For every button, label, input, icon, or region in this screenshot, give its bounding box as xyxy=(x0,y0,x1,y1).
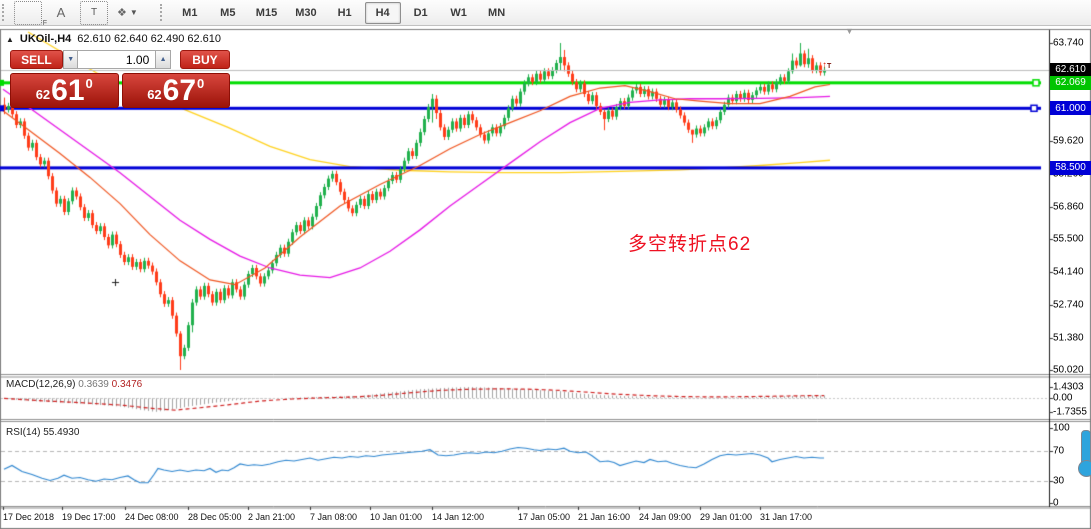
buy-price-prefix: 62 xyxy=(147,87,161,102)
rsi-label: RSI(14) 55.4930 xyxy=(6,427,79,438)
fibonacci-glyph: F xyxy=(43,20,47,27)
timeframe-M15[interactable]: M15 xyxy=(248,2,285,24)
timeframe-M5[interactable]: M5 xyxy=(210,2,246,24)
timeframe-H4[interactable]: H4 xyxy=(365,2,401,24)
macd-tick: 0.00 xyxy=(1053,393,1072,404)
text-tool-icon[interactable]: A xyxy=(44,2,78,24)
symbol-title: UKOil-,H4 xyxy=(20,33,71,45)
price-tick: 59.620 xyxy=(1053,136,1084,147)
macd-main-value: 0.3639 xyxy=(78,379,109,390)
blue-line2-price-label: 58.500 xyxy=(1050,161,1091,175)
price-tick: 54.140 xyxy=(1053,266,1084,277)
timeframe-buttons: M1M5M15M30H1H4D1W1MN xyxy=(171,2,516,24)
volume-decrease-button[interactable]: ▼ xyxy=(63,50,79,69)
chart-shift-icon[interactable]: ▼ xyxy=(845,26,854,36)
timeframe-M30[interactable]: M30 xyxy=(287,2,324,24)
fibonacci-tool-icon[interactable]: F​ xyxy=(14,1,42,25)
sell-price-box[interactable]: 62 61 0 xyxy=(10,73,119,108)
arrows-tool-icon[interactable]: ❖ ▼ xyxy=(110,2,145,24)
ohlc-values: 62.610 62.640 62.490 62.610 xyxy=(77,33,221,45)
rsi-tick: 100 xyxy=(1053,423,1070,434)
date-tick-label: 7 Jan 08:00 xyxy=(310,512,357,522)
date-tick-label: 31 Jan 17:00 xyxy=(760,512,812,522)
price-tick: 52.740 xyxy=(1053,300,1084,311)
date-tick-label: 21 Jan 16:00 xyxy=(578,512,630,522)
trade-arrow-icon: ↑T xyxy=(822,60,831,71)
macd-signal-value: 0.3476 xyxy=(112,379,143,390)
rsi-tick: 70 xyxy=(1053,445,1064,456)
collapse-triangle-icon[interactable]: ▲ xyxy=(6,35,14,44)
date-tick-label: 19 Dec 17:00 xyxy=(62,512,116,522)
timeframe-MN[interactable]: MN xyxy=(479,2,515,24)
timeframe-H1[interactable]: H1 xyxy=(327,2,363,24)
current-price-label: 62.610 xyxy=(1050,63,1091,77)
sell-price-big: 61 xyxy=(51,77,84,105)
macd-label: MACD(12,26,9) 0.3639 0.3476 xyxy=(6,379,142,390)
green-line-price-label: 62.069 xyxy=(1050,76,1091,90)
buy-price-box[interactable]: 62 67 0 xyxy=(122,73,231,108)
date-tick-label: 17 Jan 05:00 xyxy=(518,512,570,522)
sell-price-sup: 0 xyxy=(86,76,93,91)
one-click-trading-panel: SELL ▼ 1.00 ▲ BUY 62 61 0 62 67 0 xyxy=(10,50,230,108)
volume-input[interactable]: 1.00 xyxy=(78,50,155,69)
timeframe-M1[interactable]: M1 xyxy=(172,2,208,24)
rsi-tick: 30 xyxy=(1053,475,1064,486)
sell-button[interactable]: SELL xyxy=(10,50,63,69)
date-tick-label: 14 Jan 12:00 xyxy=(432,512,484,522)
buy-price-big: 67 xyxy=(163,77,196,105)
buy-price-sup: 0 xyxy=(197,76,204,91)
mt4-chart-window: F​ A T ❖ ▼ M1M5M15M30H1H4D1W1MN ▲ UKOil-… xyxy=(0,0,1091,529)
date-tick-label: 17 Dec 2018 xyxy=(3,512,54,522)
date-tick-label: 24 Jan 09:00 xyxy=(639,512,691,522)
date-tick-label: 24 Dec 08:00 xyxy=(125,512,179,522)
timeframe-D1[interactable]: D1 xyxy=(403,2,439,24)
chart-annotation-text: 多空转折点62 xyxy=(628,229,751,256)
price-tick: 55.500 xyxy=(1053,234,1084,245)
date-tick-label: 28 Dec 05:00 xyxy=(188,512,242,522)
price-tick: 56.860 xyxy=(1053,201,1084,212)
macd-tick: 1.4303 xyxy=(1053,382,1084,393)
text-label-tool-icon[interactable]: T xyxy=(80,1,108,25)
rsi-value: 55.4930 xyxy=(43,427,79,438)
scroll-slider-bulb xyxy=(1078,460,1091,477)
price-tick: 50.020 xyxy=(1053,365,1084,376)
volume-increase-button[interactable]: ▲ xyxy=(155,50,171,69)
price-tick: 51.380 xyxy=(1053,332,1084,343)
chevron-down-icon: ▼ xyxy=(130,8,138,17)
scroll-slider[interactable] xyxy=(1078,430,1091,478)
chart-header: ▲ UKOil-,H4 62.610 62.640 62.490 62.610 xyxy=(6,33,221,45)
blue-line1-price-label: 61.000 xyxy=(1050,101,1091,115)
toolbar-gripper[interactable] xyxy=(2,4,7,21)
timeframe-W1[interactable]: W1 xyxy=(441,2,477,24)
arrows-glyph: ❖ xyxy=(117,6,127,19)
toolbar: F​ A T ❖ ▼ M1M5M15M30H1H4D1W1MN xyxy=(0,0,1091,26)
date-tick-label: 10 Jan 01:00 xyxy=(370,512,422,522)
macd-tick: -1.7355 xyxy=(1053,407,1087,418)
buy-button[interactable]: BUY xyxy=(180,50,230,69)
date-tick-label: 2 Jan 21:00 xyxy=(248,512,295,522)
sell-price-prefix: 62 xyxy=(36,87,50,102)
price-tick: 63.740 xyxy=(1053,38,1084,49)
date-tick-label: 29 Jan 01:00 xyxy=(700,512,752,522)
rsi-tick: 0 xyxy=(1053,498,1059,509)
toolbar-gripper[interactable] xyxy=(160,4,165,21)
